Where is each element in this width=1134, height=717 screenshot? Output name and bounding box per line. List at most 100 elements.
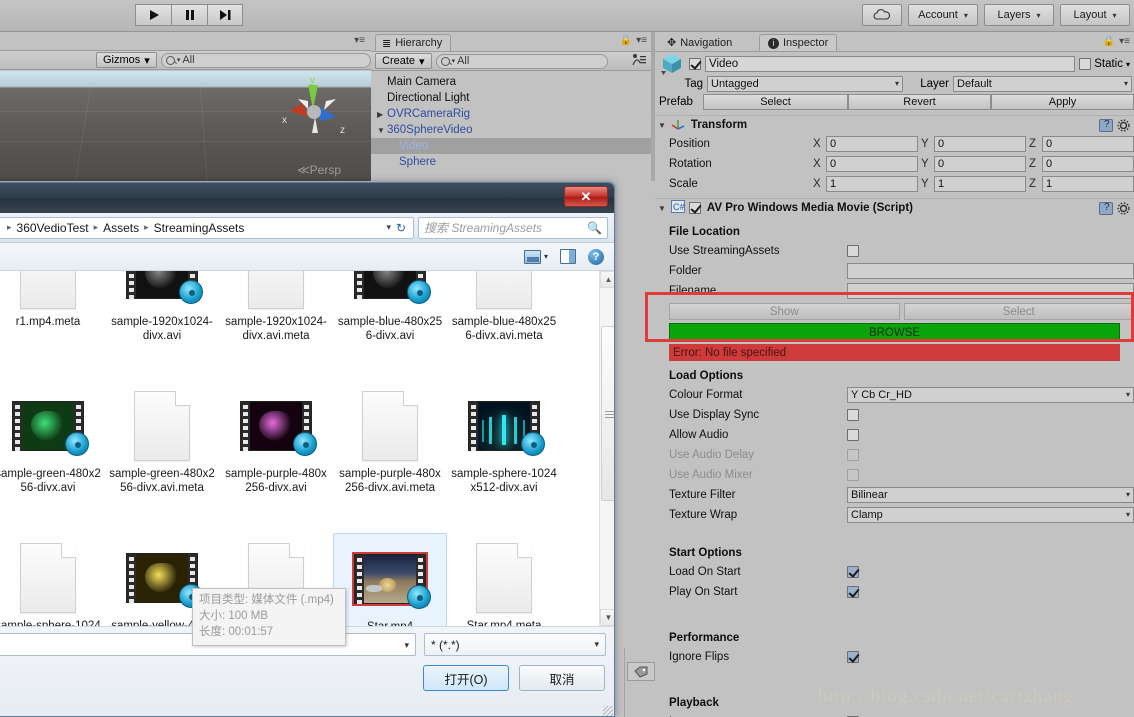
texture-wrap-dropdown[interactable]: Clamp ▾	[847, 507, 1134, 523]
hierarchy-item-main-camera[interactable]: Main Camera	[371, 74, 651, 90]
open-button[interactable]: 打开(O)	[423, 665, 509, 691]
file-list-scrollbar[interactable]: ▲ ▼	[599, 271, 614, 626]
prefab-apply-button[interactable]: Apply	[991, 94, 1134, 110]
panel-menu-icon[interactable]: ▾≡	[1119, 36, 1130, 47]
help-icon[interactable]: ?	[588, 248, 604, 265]
help-icon[interactable]	[1099, 201, 1113, 215]
file-item[interactable]: Star.mp4	[333, 533, 447, 626]
static-toggle[interactable]: Static ▾	[1079, 58, 1132, 70]
tab-navigation[interactable]: ✥ Navigation	[659, 34, 740, 51]
hierarchy-item-sphere[interactable]: Sphere	[371, 154, 651, 170]
layer-dropdown[interactable]: Default ▾	[953, 76, 1132, 92]
panel-menu-icon[interactable]: ▾≡	[354, 35, 365, 46]
chevron-down-icon[interactable]: ▾	[404, 640, 409, 651]
allow-audio-checkbox[interactable]	[847, 429, 859, 441]
transform-scale-y-input[interactable]: 1	[934, 176, 1026, 192]
refresh-icon[interactable]: ↻	[391, 218, 411, 238]
tag-dropdown[interactable]: Untagged ▾	[707, 76, 903, 92]
close-icon[interactable]: ✕	[564, 186, 608, 207]
file-item[interactable]: sample-purple-480x256-divx.avi	[219, 381, 333, 533]
load-on-start-checkbox[interactable]	[847, 566, 859, 578]
gizmos-dropdown[interactable]: Gizmos ▾	[96, 52, 157, 68]
show-button[interactable]: Show	[669, 303, 900, 320]
scroll-up-arrow[interactable]: ▲	[600, 271, 614, 288]
tab-inspector[interactable]: i Inspector	[759, 34, 838, 51]
scrollbar-thumb[interactable]	[601, 326, 614, 501]
pause-button[interactable]	[171, 4, 207, 26]
transform-position-z-input[interactable]: 0	[1042, 136, 1134, 152]
transform-rotation-x-input[interactable]: 0	[826, 156, 918, 172]
use-display-sync-checkbox[interactable]	[847, 409, 859, 421]
filename-input[interactable]	[847, 283, 1134, 299]
script-enabled-checkbox[interactable]	[688, 202, 701, 214]
breadcrumb[interactable]: ▸ 360VedioTest ▸ Assets ▸ StreamingAsset…	[0, 216, 414, 239]
script-component-header[interactable]: ▼ C# AV Pro Windows Media Movie (Script)	[655, 198, 1134, 217]
file-type-filter[interactable]: * (*.*) ▾	[424, 633, 606, 656]
file-item[interactable]: sample-blue-480x256-divx.avi.meta	[447, 271, 561, 381]
step-button[interactable]	[207, 4, 243, 26]
file-item[interactable]: sample-green-480x256-divx.avi	[0, 381, 105, 533]
breadcrumb-item-1[interactable]: Assets	[103, 221, 139, 235]
hierarchy-sort-icon[interactable]	[631, 53, 647, 70]
scene-axis-gizmo[interactable]: y x z	[268, 73, 358, 153]
transform-rotation-y-input[interactable]: 0	[934, 156, 1026, 172]
file-item[interactable]: sample-sphere-1024x512-divx.avi	[447, 381, 561, 533]
expand-triangle-icon[interactable]: ▶	[377, 110, 387, 119]
search-input[interactable]: 搜索 StreamingAssets 🔍	[418, 216, 608, 239]
static-checkbox[interactable]	[1079, 58, 1092, 70]
file-item[interactable]: Star.mp4.meta	[447, 533, 561, 626]
hierarchy-item-video[interactable]: Video	[371, 138, 651, 154]
dialog-titlebar[interactable]: ✕	[0, 183, 614, 213]
breadcrumb-item-0[interactable]: 360VedioTest	[17, 221, 89, 235]
view-mode-button[interactable]: ▾	[523, 249, 548, 264]
collapse-triangle-icon[interactable]: ▼	[658, 121, 666, 130]
use-streaming-assets-checkbox[interactable]	[847, 245, 859, 257]
colour-format-dropdown[interactable]: Y Cb Cr_HD ▾	[847, 387, 1134, 403]
preview-pane-icon[interactable]	[560, 249, 576, 264]
gear-icon[interactable]	[1117, 201, 1130, 215]
texture-filter-dropdown[interactable]: Bilinear ▾	[847, 487, 1134, 503]
chevron-down-icon[interactable]: ▾	[1126, 60, 1130, 69]
scene-viewport[interactable]: y x z ≪Persp	[0, 71, 371, 181]
gameobject-enabled-checkbox[interactable]	[689, 58, 701, 70]
cancel-button[interactable]: 取消	[519, 665, 605, 691]
gameobject-name-field[interactable]: Video	[705, 56, 1076, 72]
transform-scale-z-input[interactable]: 1	[1042, 176, 1134, 192]
lock-icon[interactable]: 🔒	[620, 35, 632, 46]
play-button[interactable]	[135, 4, 171, 26]
folder-input[interactable]	[847, 263, 1134, 279]
layers-button[interactable]: Layers ▾	[984, 4, 1054, 26]
panel-menu-icon[interactable]: ▾≡	[636, 35, 647, 46]
transform-scale-x-input[interactable]: 1	[826, 176, 918, 192]
file-item[interactable]: sample-sphere-1024x512-divx.avi.meta	[0, 533, 105, 626]
browse-button[interactable]: BROWSE	[669, 323, 1120, 342]
file-item[interactable]: sample-1920x1024-divx.avi.meta	[219, 271, 333, 381]
breadcrumb-item-2[interactable]: StreamingAssets	[154, 221, 245, 235]
play-on-start-checkbox[interactable]	[847, 586, 859, 598]
create-dropdown[interactable]: Create ▾	[375, 53, 432, 69]
transform-rotation-z-input[interactable]: 0	[1042, 156, 1134, 172]
hierarchy-item-360spherevideo[interactable]: ▼ 360SphereVideo	[371, 122, 651, 138]
file-item[interactable]: sample-purple-480x256-divx.avi.meta	[333, 381, 447, 533]
prefab-revert-button[interactable]: Revert	[848, 94, 991, 110]
select-button[interactable]: Select	[903, 303, 1134, 320]
tab-hierarchy[interactable]: ≣ Hierarchy	[375, 34, 452, 51]
hierarchy-item-directional-light[interactable]: Directional Light	[371, 90, 651, 106]
transform-component-header[interactable]: ▼ Transform	[655, 115, 1134, 134]
expand-triangle-icon[interactable]: ▼	[377, 126, 387, 135]
file-list-area[interactable]: r1.mp4.meta sample-1920x1024-divx.avi samp…	[0, 271, 614, 626]
prefab-select-button[interactable]: Select	[703, 94, 848, 110]
file-item[interactable]: r1.mp4.meta	[0, 271, 105, 381]
hierarchy-item-ovrcamerarig[interactable]: ▶ OVRCameraRig	[371, 106, 651, 122]
transform-position-y-input[interactable]: 0	[934, 136, 1026, 152]
file-item[interactable]: sample-blue-480x256-divx.avi	[333, 271, 447, 381]
account-button[interactable]: Account ▾	[908, 4, 978, 26]
file-item[interactable]: sample-1920x1024-divx.avi	[105, 271, 219, 381]
gear-icon[interactable]	[1117, 118, 1130, 132]
collapse-triangle-icon[interactable]: ▼	[658, 204, 666, 213]
scroll-down-arrow[interactable]: ▼	[600, 609, 614, 626]
file-item[interactable]: sample-green-480x256-divx.avi.meta	[105, 381, 219, 533]
tag-icon[interactable]	[627, 662, 655, 681]
scene-search-input[interactable]: ▾ All	[160, 52, 371, 68]
ignore-flips-checkbox[interactable]	[847, 651, 859, 663]
